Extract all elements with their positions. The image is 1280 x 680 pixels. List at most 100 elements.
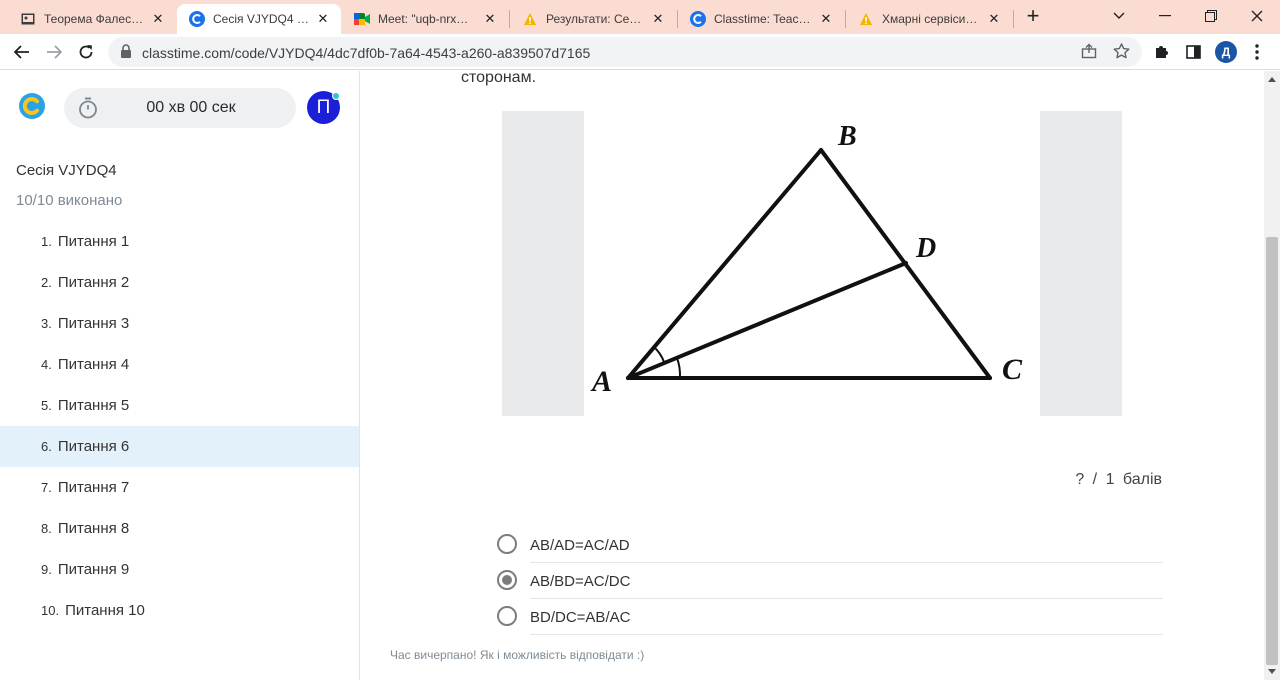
- close-tab-icon[interactable]: ✕: [482, 11, 498, 27]
- answer-option-selected[interactable]: AB/BD=AC/DC: [495, 563, 1163, 599]
- minimize-icon[interactable]: [1142, 0, 1188, 32]
- session-timer: 00 хв 00 сек: [64, 88, 296, 128]
- question-nav-item[interactable]: 9. Питання 9: [0, 549, 359, 590]
- scrollbar-thumb[interactable]: [1266, 237, 1278, 665]
- question-number: 4.: [41, 357, 52, 372]
- side-ab: [626, 148, 823, 380]
- classtime-logo-icon[interactable]: [18, 92, 46, 120]
- question-text: сторонам.: [461, 71, 537, 86]
- session-sidebar: 00 хв 00 сек П Сесія VJYDQ4 10/10 викона…: [0, 71, 360, 680]
- back-arrow-icon[interactable]: [8, 38, 36, 66]
- close-tab-icon[interactable]: ✕: [650, 11, 666, 27]
- share-icon[interactable]: [1080, 43, 1098, 61]
- answer-option[interactable]: AB/AD=AC/AD: [495, 527, 1163, 563]
- reload-icon[interactable]: [72, 38, 100, 66]
- triangle-figure: A B C D: [584, 111, 1040, 416]
- question-number: 2.: [41, 275, 52, 290]
- question-number: 5.: [41, 398, 52, 413]
- question-label: Питання 2: [57, 274, 130, 291]
- vertex-b-label: B: [837, 121, 857, 152]
- vertex-a-label: A: [590, 365, 612, 398]
- question-label: Питання 7: [57, 479, 130, 496]
- question-list: 1. Питання 1 2. Питання 2 3. Питання 3 4. Пи…: [0, 221, 359, 631]
- address-bar[interactable]: classtime.com/code/VJYDQ4/4dc7df0b-7a64-…: [108, 37, 1142, 67]
- timeout-message: Час вичерпано! Як і можливість відповіда…: [390, 648, 645, 662]
- tab-title: Meet: "uqb-nrxm-y: [378, 12, 476, 26]
- question-nav-item[interactable]: 10. Питання 10: [0, 590, 359, 631]
- answer-label: BD/DC=AB/AC: [530, 609, 631, 626]
- image-file-icon: [20, 11, 36, 27]
- browser-tab[interactable]: Теорема Фалеса і т ✕: [8, 4, 176, 34]
- angle-mark-2: [676, 357, 682, 378]
- tab-title: Classtime: Teaching: [714, 12, 812, 26]
- page-scrollbar[interactable]: [1264, 71, 1280, 680]
- scroll-up-arrow-icon[interactable]: [1268, 77, 1276, 82]
- session-progress: 10/10 виконано: [16, 192, 123, 209]
- answer-option[interactable]: BD/DC=AB/AC: [495, 599, 1163, 635]
- radio-button[interactable]: [497, 534, 517, 554]
- question-number: 7.: [41, 480, 52, 495]
- forward-arrow-icon[interactable]: [40, 38, 68, 66]
- tab-search-chevron-icon[interactable]: [1096, 0, 1142, 32]
- student-avatar[interactable]: П: [307, 91, 340, 124]
- question-label: Питання 5: [57, 397, 130, 414]
- bisector-ad: [626, 261, 908, 380]
- question-nav-item[interactable]: 1. Питання 1: [0, 221, 359, 262]
- question-nav-item-active[interactable]: 6. Питання 6: [0, 426, 359, 467]
- option-divider: [530, 634, 1163, 635]
- tab-title: Результати: Семест: [546, 12, 644, 26]
- classtime-icon: [189, 11, 205, 27]
- question-nav-item[interactable]: 3. Питання 3: [0, 303, 359, 344]
- scroll-down-arrow-icon[interactable]: [1268, 669, 1276, 674]
- browser-tab-active[interactable]: Сесія VJYDQ4 - Cla ✕: [177, 4, 341, 34]
- restore-window-icon[interactable]: [1188, 0, 1234, 32]
- question-number: 6.: [41, 439, 52, 454]
- new-tab-button[interactable]: +: [1022, 5, 1044, 28]
- answer-label: AB/BD=AC/DC: [530, 573, 631, 590]
- tab-separator: [1013, 10, 1014, 28]
- question-nav-item[interactable]: 4. Питання 4: [0, 344, 359, 385]
- tab-title: Теорема Фалеса і т: [44, 12, 144, 26]
- tab-title: Хмарні сервіси | Те: [882, 12, 980, 26]
- avatar-initial: П: [316, 96, 331, 118]
- radio-button[interactable]: [497, 606, 517, 626]
- url-text: classtime.com/code/VJYDQ4/4dc7df0b-7a64-…: [142, 45, 591, 61]
- question-number: 3.: [41, 316, 52, 331]
- question-number: 8.: [41, 521, 52, 536]
- close-tab-icon[interactable]: ✕: [150, 11, 166, 27]
- question-nav-item[interactable]: 7. Питання 7: [0, 467, 359, 508]
- bookmark-star-icon[interactable]: [1112, 43, 1130, 61]
- timer-text: 00 хв 00 сек: [146, 99, 236, 116]
- close-tab-icon[interactable]: ✕: [315, 11, 331, 27]
- close-tab-icon[interactable]: ✕: [986, 11, 1002, 27]
- side-panel-icon[interactable]: [1182, 41, 1204, 63]
- close-window-icon[interactable]: [1234, 0, 1280, 32]
- extensions-puzzle-icon[interactable]: [1150, 41, 1172, 63]
- browser-toolbar: classtime.com/code/VJYDQ4/4dc7df0b-7a64-…: [0, 34, 1280, 70]
- browser-profile-avatar[interactable]: Д: [1215, 41, 1237, 63]
- browser-tab[interactable]: Хмарні сервіси | Те ✕: [846, 4, 1012, 34]
- angle-mark-1: [653, 346, 665, 363]
- vertex-c-label: C: [1002, 353, 1023, 386]
- question-label: Питання 3: [57, 315, 130, 332]
- browser-tab[interactable]: Результати: Семест ✕: [510, 4, 676, 34]
- browser-tab-strip: Теорема Фалеса і т ✕ Сесія VJYDQ4 - Cla …: [0, 0, 1280, 34]
- radio-button-checked[interactable]: [497, 570, 517, 590]
- more-menu-icon[interactable]: [1246, 41, 1268, 63]
- browser-tab[interactable]: Meet: "uqb-nrxm-y ✕: [342, 4, 508, 34]
- browser-tab[interactable]: Classtime: Teaching ✕: [678, 4, 844, 34]
- answer-label: AB/AD=AC/AD: [530, 537, 630, 554]
- question-label: Питання 4: [57, 356, 130, 373]
- question-nav-item[interactable]: 2. Питання 2: [0, 262, 359, 303]
- question-nav-item[interactable]: 8. Питання 8: [0, 508, 359, 549]
- close-tab-icon[interactable]: ✕: [818, 11, 834, 27]
- tab-title: Сесія VJYDQ4 - Cla: [213, 12, 309, 26]
- question-label: Питання 6: [57, 438, 130, 455]
- question-label: Питання 10: [65, 602, 145, 619]
- question-number: 9.: [41, 562, 52, 577]
- google-meet-icon: [354, 11, 370, 27]
- question-label: Питання 1: [57, 233, 130, 250]
- question-nav-item[interactable]: 5. Питання 5: [0, 385, 359, 426]
- question-label: Питання 9: [57, 561, 130, 578]
- lock-icon[interactable]: [120, 44, 132, 64]
